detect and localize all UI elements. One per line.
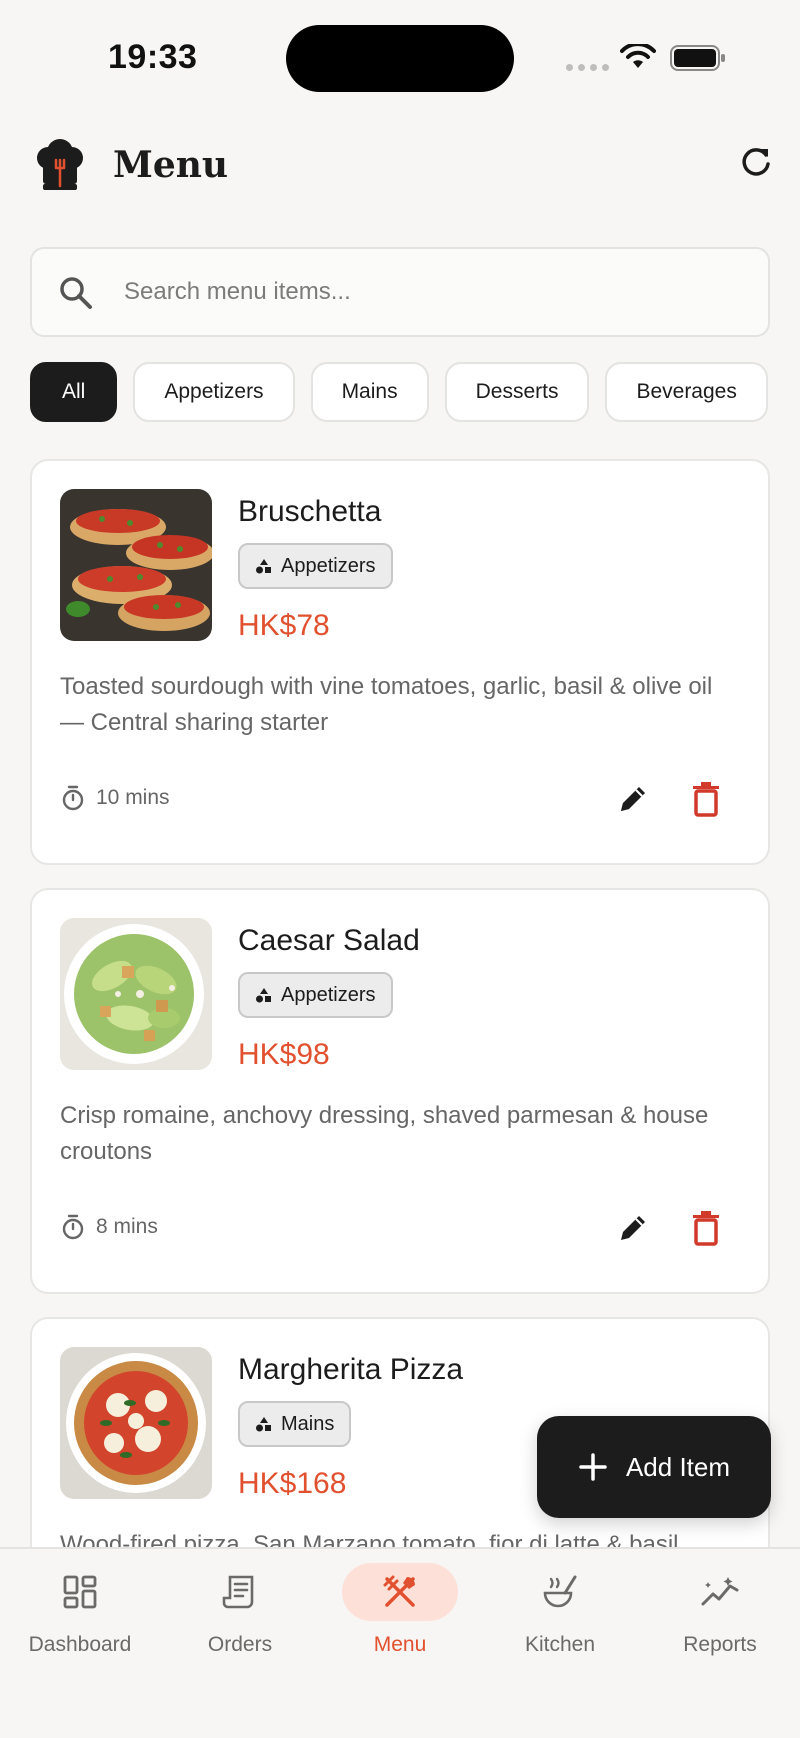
nav-item-dashboard[interactable]: Dashboard bbox=[0, 1563, 160, 1673]
trash-icon bbox=[693, 782, 719, 817]
soup-icon bbox=[543, 1575, 577, 1608]
margherita-pizza-image bbox=[60, 1347, 212, 1499]
filter-chip-appetizers[interactable]: Appetizers bbox=[133, 362, 295, 422]
dynamic-island bbox=[286, 25, 514, 92]
pencil-icon bbox=[621, 1216, 645, 1240]
item-name: Bruschetta bbox=[238, 495, 382, 528]
item-name: Caesar Salad bbox=[238, 924, 420, 957]
nav-label: Orders bbox=[207, 1633, 273, 1656]
pencil-icon bbox=[621, 787, 645, 811]
nav-item-menu[interactable]: Menu bbox=[320, 1563, 480, 1673]
status-time: 19:33 bbox=[108, 38, 198, 76]
search-bar bbox=[30, 247, 770, 337]
menu-item-list[interactable]: Bruschetta Appetizers HK$78 Toasted sour… bbox=[30, 459, 770, 1547]
status-bar: 19:33 bbox=[0, 0, 800, 110]
add-item-button[interactable]: Add Item bbox=[537, 1416, 771, 1518]
category-icon bbox=[256, 559, 271, 574]
cellular-signal-icon bbox=[566, 64, 609, 71]
dashboard-icon bbox=[63, 1575, 97, 1609]
edit-button[interactable] bbox=[613, 779, 653, 819]
caesar-salad-image bbox=[60, 918, 212, 1070]
nav-label: Reports bbox=[683, 1633, 757, 1656]
item-price: HK$78 bbox=[238, 609, 330, 642]
refresh-icon bbox=[742, 148, 770, 176]
app-header: Menu bbox=[0, 130, 800, 202]
nav-item-reports[interactable]: Reports bbox=[640, 1563, 800, 1673]
nav-item-kitchen[interactable]: Kitchen bbox=[480, 1563, 640, 1673]
filter-chip-mains[interactable]: Mains bbox=[310, 362, 429, 422]
receipt-icon bbox=[222, 1575, 254, 1609]
delete-button[interactable] bbox=[686, 1208, 726, 1248]
delete-button[interactable] bbox=[686, 779, 726, 819]
trash-icon bbox=[693, 1211, 719, 1246]
category-tag: Appetizers bbox=[238, 972, 393, 1018]
filter-chip-beverages[interactable]: Beverages bbox=[605, 362, 768, 422]
menu-item-card[interactable]: Bruschetta Appetizers HK$78 Toasted sour… bbox=[30, 459, 770, 865]
item-description: Toasted sourdough with vine tomatoes, ga… bbox=[60, 673, 713, 736]
prep-time-label: 8 mins bbox=[96, 1215, 158, 1238]
nav-label: Kitchen bbox=[524, 1633, 596, 1656]
search-input[interactable] bbox=[124, 267, 724, 317]
item-name: Margherita Pizza bbox=[238, 1353, 464, 1386]
category-filter-bar: All Appetizers Mains Desserts Beverages bbox=[30, 362, 800, 424]
bruschetta-image bbox=[60, 489, 212, 641]
item-price: HK$98 bbox=[238, 1038, 330, 1071]
bottom-navigation: Dashboard Orders Menu Kitchen Reports bbox=[0, 1547, 800, 1738]
category-label: Appetizers bbox=[281, 983, 376, 1006]
fork-knife-icon bbox=[383, 1575, 415, 1607]
timer-icon bbox=[62, 785, 84, 811]
prep-time-label: 10 mins bbox=[96, 786, 170, 809]
edit-button[interactable] bbox=[613, 1208, 653, 1248]
chef-hat-logo-icon bbox=[37, 139, 83, 190]
timer-icon bbox=[62, 1214, 84, 1240]
item-description: Wood-fired pizza, San Marzano tomato, fi… bbox=[60, 1531, 679, 1547]
add-item-label: Add Item bbox=[625, 1451, 731, 1482]
category-tag: Mains bbox=[238, 1401, 352, 1447]
prep-time: 8 mins bbox=[60, 1214, 158, 1240]
wifi-icon bbox=[620, 44, 656, 68]
category-icon bbox=[256, 1417, 271, 1432]
category-label: Appetizers bbox=[281, 554, 376, 577]
search-icon bbox=[60, 277, 92, 309]
nav-item-orders[interactable]: Orders bbox=[160, 1563, 320, 1673]
item-description: Crisp romaine, anchovy dressing, shaved … bbox=[60, 1102, 709, 1165]
battery-icon bbox=[670, 45, 725, 71]
filter-chip-desserts[interactable]: Desserts bbox=[444, 362, 590, 422]
category-label: Mains bbox=[281, 1412, 335, 1435]
plus-icon bbox=[579, 1453, 607, 1481]
trend-icon bbox=[701, 1577, 739, 1606]
nav-label: Dashboard bbox=[28, 1633, 132, 1656]
refresh-button[interactable] bbox=[736, 142, 776, 182]
item-price: HK$168 bbox=[238, 1467, 347, 1500]
filter-chip-all[interactable]: All bbox=[30, 362, 118, 422]
nav-label: Menu bbox=[373, 1633, 427, 1656]
prep-time: 10 mins bbox=[60, 785, 170, 811]
page-title: Menu bbox=[113, 144, 229, 186]
category-icon bbox=[256, 988, 271, 1003]
category-tag: Appetizers bbox=[238, 543, 393, 589]
menu-item-card[interactable]: Caesar Salad Appetizers HK$98 Crisp roma… bbox=[30, 888, 770, 1294]
